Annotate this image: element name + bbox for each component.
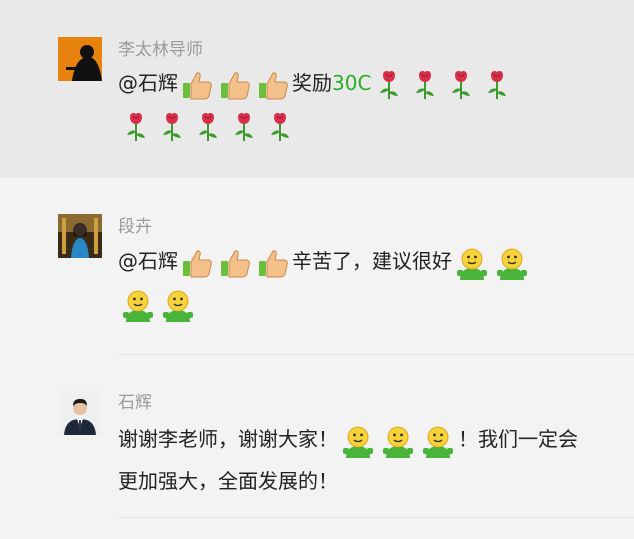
rose-icon [193, 111, 223, 143]
avatar[interactable] [58, 391, 102, 435]
divider [118, 354, 634, 355]
message-text: @石辉 奖励30C [118, 62, 618, 146]
sender-name: 段卉 [118, 217, 152, 237]
sender-name: 李太林导师 [118, 40, 203, 60]
rose-icon [121, 111, 151, 143]
thumbs-up-icon [181, 69, 213, 101]
message-body: 辛苦了，建议很好 [292, 249, 452, 273]
rose-icon [229, 111, 259, 143]
divider [118, 517, 634, 518]
rose-icon [265, 111, 295, 143]
message-item: 石辉 谢谢李老师，谢谢大家！ ！我们一定会更加强大，全面发展的！ [0, 356, 634, 539]
reward-amount: 30C [332, 71, 372, 95]
message-body-cont: ！我们一定会 [458, 427, 578, 451]
thumbs-up-icon [219, 69, 251, 101]
avatar[interactable] [58, 214, 102, 258]
green-smiley-icon [455, 246, 489, 280]
reward-text: 奖励 [292, 71, 332, 95]
mention[interactable]: @石辉 [118, 249, 178, 273]
green-smiley-icon [341, 424, 375, 458]
green-smiley-icon [121, 288, 155, 322]
sender-name: 石辉 [118, 393, 152, 413]
avatar[interactable] [58, 37, 102, 81]
rose-icon [482, 69, 512, 101]
rose-icon [157, 111, 187, 143]
rose-icon [410, 69, 440, 101]
message-text: 谢谢李老师，谢谢大家！ ！我们一定会更加强大，全面发展的！ [118, 418, 618, 502]
message-body-line2: 更加强大，全面发展的！ [118, 469, 338, 493]
message-item: 李太林导师 @石辉 奖励30C [0, 0, 634, 178]
message-text: @石辉 辛苦了，建议很好 [118, 240, 618, 324]
mention[interactable]: @石辉 [118, 71, 178, 95]
message-item: 段卉 @石辉 辛苦了，建议很好 [0, 178, 634, 356]
green-smiley-icon [161, 288, 195, 322]
rose-icon [446, 69, 476, 101]
thumbs-up-icon [257, 247, 289, 279]
green-smiley-icon [421, 424, 455, 458]
message-body: 谢谢李老师，谢谢大家！ [118, 427, 338, 451]
thumbs-up-icon [219, 247, 251, 279]
green-smiley-icon [495, 246, 529, 280]
thumbs-up-icon [181, 247, 213, 279]
rose-icon [374, 69, 404, 101]
thumbs-up-icon [257, 69, 289, 101]
green-smiley-icon [381, 424, 415, 458]
